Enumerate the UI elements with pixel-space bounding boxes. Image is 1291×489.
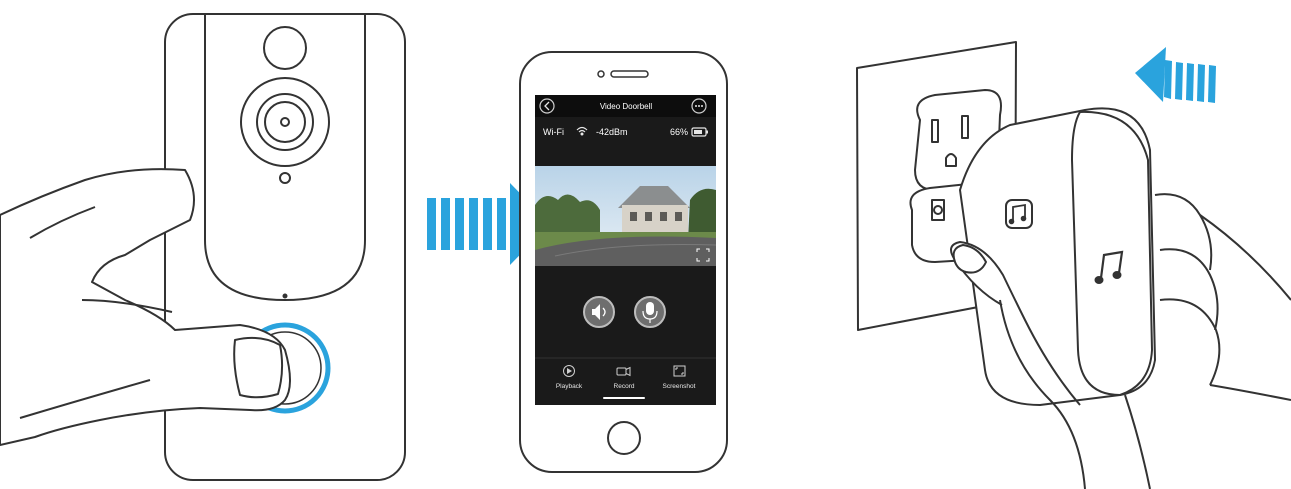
app-header: Video Doorbell	[535, 95, 716, 117]
live-video-feed[interactable]	[535, 166, 716, 266]
screenshot-label: Screenshot	[663, 383, 696, 390]
doorbell-setup-illustration: Video Doorbell Wi-Fi -42dBm 66% Playback…	[0, 13, 1291, 489]
battery-percent: 66%	[670, 127, 688, 137]
playback-label: Playback	[556, 383, 583, 390]
app-title: Video Doorbell	[600, 102, 653, 111]
record-label: Record	[614, 383, 635, 390]
wifi-label: Wi-Fi	[543, 127, 564, 137]
speaker-button[interactable]	[583, 296, 615, 328]
left-arrow-icon	[1135, 47, 1216, 103]
microphone-button[interactable]	[634, 296, 666, 328]
signal-strength: -42dBm	[596, 127, 628, 137]
